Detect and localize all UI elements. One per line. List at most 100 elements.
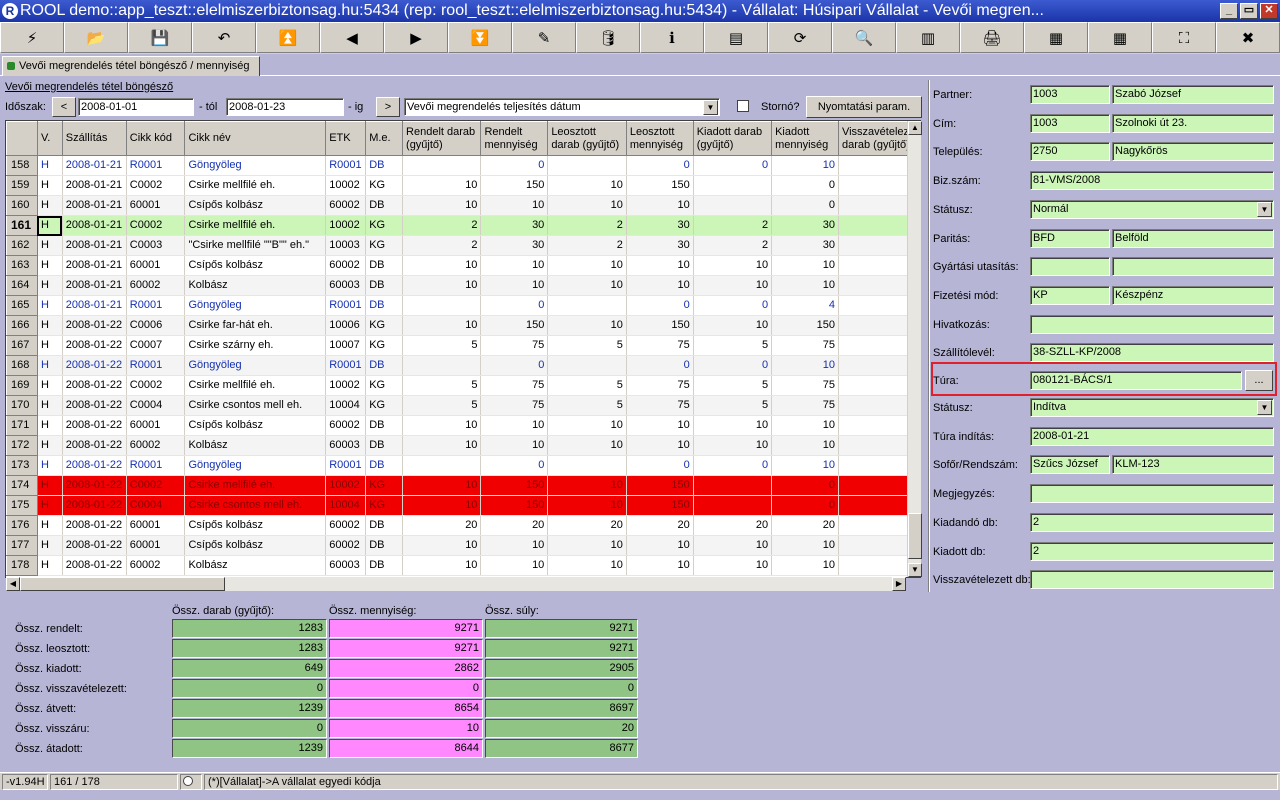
date-type-select[interactable]: Vevői megrendelés teljesítés dátum ▼ (404, 98, 720, 116)
table-cell[interactable]: 2008-01-21 (62, 295, 127, 316)
table-cell[interactable]: R0001 (325, 155, 367, 176)
table-cell[interactable]: 5 (693, 395, 773, 416)
delivery-note-field[interactable]: 38-SZLL-KP/2008 (1030, 343, 1274, 362)
toolbar-button-open-folder[interactable]: 📂 (64, 22, 128, 53)
address-code-field[interactable]: 1003 (1030, 114, 1110, 133)
table-cell[interactable]: KG (365, 215, 404, 236)
table-cell[interactable] (547, 155, 627, 176)
table-cell[interactable]: H (37, 435, 63, 456)
parity-code-field[interactable]: BFD (1030, 229, 1110, 248)
row-number[interactable]: 163 (6, 255, 38, 276)
table-cell[interactable]: H (37, 515, 63, 536)
table-row[interactable]: 173 H 2008-01-22 R0001 Göngyöleg R0001 DB 0 0 0 1… (6, 455, 920, 476)
note-field[interactable] (1030, 484, 1274, 503)
toolbar-button-search[interactable]: 🔍 (832, 22, 896, 53)
table-row[interactable]: 175 H 2008-01-22 C0004 Csirke csontos mell e… (6, 495, 920, 516)
row-number[interactable]: 170 (6, 395, 38, 416)
table-cell[interactable]: 10 (402, 315, 482, 336)
table-cell[interactable]: 10 (771, 155, 839, 176)
table-cell[interactable]: H (37, 315, 63, 336)
table-cell[interactable]: R0001 (325, 455, 367, 476)
table-cell[interactable]: 10 (547, 415, 627, 436)
table-cell[interactable]: Csípős kolbász (184, 415, 327, 436)
table-cell[interactable]: Csirke far-hát eh. (184, 315, 327, 336)
table-cell[interactable]: DB (365, 255, 404, 276)
table-cell[interactable]: 5 (693, 375, 773, 396)
table-cell[interactable] (693, 495, 773, 516)
table-cell[interactable]: H (37, 395, 63, 416)
table-cell[interactable]: 2008-01-21 (62, 235, 127, 256)
table-cell[interactable]: Göngyöleg (184, 155, 327, 176)
toolbar-button-refresh[interactable]: ⟳ (768, 22, 832, 53)
table-cell[interactable]: 0 (626, 295, 694, 316)
table-cell[interactable]: 5 (402, 335, 482, 356)
table-row[interactable]: 160 H 2008-01-21 60001 Csípős kolbász 60002 DB… (6, 195, 920, 216)
status-select[interactable]: Normál ▼ (1030, 200, 1274, 219)
table-cell[interactable]: 2008-01-22 (62, 375, 127, 396)
table-cell[interactable]: KG (365, 375, 404, 396)
column-header[interactable]: Szállítás (61, 121, 127, 156)
table-cell[interactable]: 4 (771, 295, 839, 316)
table-cell[interactable]: 5 (402, 375, 482, 396)
scroll-up-icon[interactable]: ▲ (908, 121, 922, 135)
table-cell[interactable]: 2008-01-21 (62, 275, 127, 296)
reference-field[interactable] (1030, 315, 1274, 334)
parity-name-field[interactable]: Belföld (1112, 229, 1274, 248)
table-cell[interactable]: Göngyöleg (184, 295, 327, 316)
table-cell[interactable]: DB (365, 555, 404, 576)
browser-link[interactable]: Vevői megrendelés tétel böngésző (5, 80, 173, 94)
table-cell[interactable]: 0 (480, 155, 549, 176)
to-issue-field[interactable]: 2 (1030, 513, 1274, 532)
table-cell[interactable]: 10 (547, 535, 627, 556)
table-cell[interactable]: R0001 (325, 355, 367, 376)
table-cell[interactable]: 10 (547, 555, 627, 576)
row-number[interactable]: 160 (6, 195, 38, 216)
row-number[interactable]: 162 (6, 235, 38, 256)
minimize-button[interactable]: _ (1220, 3, 1238, 19)
toolbar-button-export-grid[interactable]: ▦ (1024, 22, 1088, 53)
table-cell[interactable]: 2008-01-22 (62, 335, 127, 356)
table-cell[interactable]: DB (365, 355, 404, 376)
table-cell[interactable]: 75 (626, 335, 694, 356)
table-cell[interactable]: 10 (693, 535, 773, 556)
partner-code-field[interactable]: 1003 (1030, 85, 1110, 104)
table-cell[interactable]: 10 (480, 195, 549, 216)
table-cell[interactable] (693, 175, 773, 196)
table-cell[interactable]: C0007 (126, 335, 186, 356)
table-row[interactable]: 171 H 2008-01-22 60001 Csípős kolbász 60002 DB… (6, 415, 920, 436)
table-cell[interactable]: Kolbász (184, 435, 327, 456)
table-cell[interactable]: 60002 (126, 555, 186, 576)
table-cell[interactable]: 150 (480, 475, 549, 496)
table-cell[interactable]: 75 (771, 335, 839, 356)
scroll-left-icon[interactable]: ◀ (6, 577, 20, 591)
table-cell[interactable]: DB (365, 455, 404, 476)
row-number[interactable]: 174 (6, 475, 38, 496)
table-cell[interactable]: 20 (626, 515, 694, 536)
table-cell[interactable]: 30 (771, 235, 839, 256)
row-number[interactable]: 173 (6, 455, 38, 476)
grid-vertical-scrollbar[interactable]: ▲ ▼ (907, 121, 922, 577)
table-cell[interactable]: 10 (771, 455, 839, 476)
toolbar-button-edit[interactable]: ✎ (512, 22, 576, 53)
table-cell[interactable]: Göngyöleg (184, 455, 327, 476)
table-cell[interactable]: R0001 (126, 295, 186, 316)
toolbar-button-form-view[interactable]: ▤ (704, 22, 768, 53)
table-cell[interactable]: 0 (626, 355, 694, 376)
table-cell[interactable]: 10 (402, 195, 482, 216)
table-cell[interactable]: 0 (480, 295, 549, 316)
table-cell[interactable]: Kolbász (184, 275, 327, 296)
production-instruction-code-field[interactable] (1030, 257, 1110, 276)
table-cell[interactable]: Csirke mellfilé eh. (184, 375, 327, 396)
row-number[interactable]: 166 (6, 315, 38, 336)
table-cell[interactable]: H (37, 375, 63, 396)
column-header[interactable]: Rendelt darab (gyűjtő) (402, 121, 482, 156)
table-cell[interactable]: 2008-01-21 (62, 155, 127, 176)
table-cell[interactable]: H (37, 155, 63, 176)
toolbar-button-print[interactable]: 🖨 (960, 22, 1024, 53)
table-cell[interactable]: 150 (626, 475, 694, 496)
table-cell[interactable]: 10 (480, 415, 549, 436)
table-cell[interactable]: 2008-01-22 (62, 495, 127, 516)
table-cell[interactable] (402, 455, 482, 476)
column-header[interactable]: Leosztott darab (gyűjtő) (547, 121, 627, 156)
table-row[interactable]: 163 H 2008-01-21 60001 Csípős kolbász 60002 DB… (6, 255, 920, 276)
